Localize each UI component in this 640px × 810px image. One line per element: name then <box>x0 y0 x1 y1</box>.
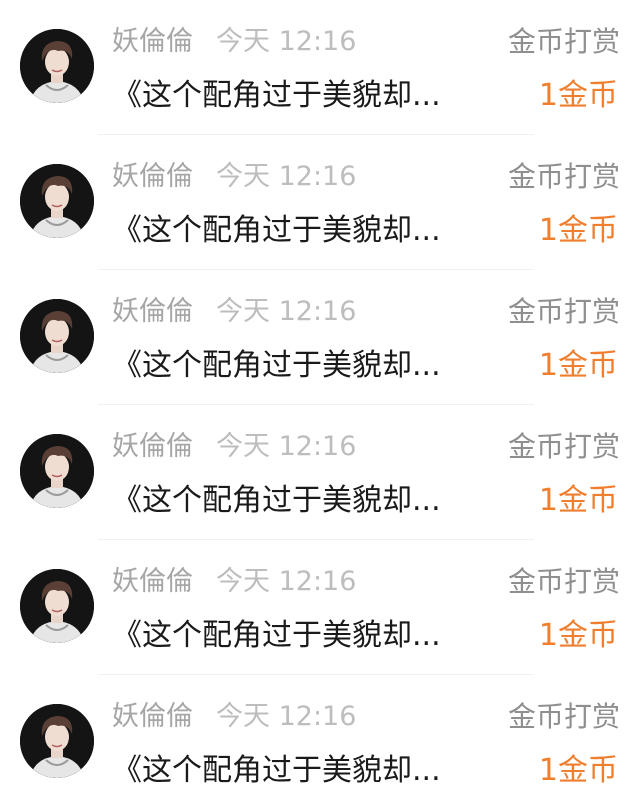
reward-message[interactable]: 《这个配角过于美貌却... <box>112 209 490 253</box>
coin-amount: 1金币 <box>538 348 618 383</box>
reward-list-item[interactable]: 妖倫倫 今天 12:16 金币打赏 《这个配角过于美貌却... 1金币 <box>0 270 640 405</box>
reward-list-item[interactable]: 妖倫倫 今天 12:16 金币打赏 《这个配角过于美貌却... 1金币 <box>0 675 640 810</box>
reward-type-label: 金币打赏 <box>507 295 620 328</box>
reward-list-item[interactable]: 妖倫倫 今天 12:16 金币打赏 《这个配角过于美貌却... 1金币 <box>0 540 640 675</box>
reward-message[interactable]: 《这个配角过于美貌却... <box>112 344 490 388</box>
user-avatar-icon[interactable] <box>20 164 94 238</box>
user-avatar-icon[interactable] <box>20 29 94 103</box>
username[interactable]: 妖倫倫 <box>112 22 193 62</box>
reward-type-label: 金币打赏 <box>507 565 620 598</box>
timestamp: 今天 12:16 <box>216 296 357 327</box>
reward-type-label: 金币打赏 <box>507 430 620 463</box>
timestamp: 今天 12:16 <box>216 26 357 57</box>
coin-amount: 1金币 <box>538 618 618 653</box>
reward-list-item[interactable]: 妖倫倫 今天 12:16 金币打赏 《这个配角过于美貌却... 1金币 <box>0 0 640 135</box>
reward-message[interactable]: 《这个配角过于美貌却... <box>112 74 490 118</box>
reward-list: 妖倫倫 今天 12:16 金币打赏 《这个配角过于美貌却... 1金币 妖倫倫 … <box>0 0 640 809</box>
reward-type-label: 金币打赏 <box>507 25 620 58</box>
user-avatar-icon[interactable] <box>20 299 94 373</box>
reward-list-item[interactable]: 妖倫倫 今天 12:16 金币打赏 《这个配角过于美貌却... 1金币 <box>0 405 640 540</box>
reward-type-label: 金币打赏 <box>507 700 620 733</box>
coin-amount: 1金币 <box>538 78 618 113</box>
reward-message[interactable]: 《这个配角过于美貌却... <box>112 479 490 523</box>
coin-amount: 1金币 <box>538 483 618 518</box>
username[interactable]: 妖倫倫 <box>112 427 193 467</box>
username[interactable]: 妖倫倫 <box>112 157 193 197</box>
timestamp: 今天 12:16 <box>216 701 357 732</box>
username[interactable]: 妖倫倫 <box>112 697 193 737</box>
reward-message[interactable]: 《这个配角过于美貌却... <box>112 614 490 658</box>
user-avatar-icon[interactable] <box>20 569 94 643</box>
user-avatar-icon[interactable] <box>20 704 94 778</box>
reward-type-label: 金币打赏 <box>507 160 620 193</box>
reward-message[interactable]: 《这个配角过于美貌却... <box>112 749 490 793</box>
coin-amount: 1金币 <box>538 753 618 788</box>
user-avatar-icon[interactable] <box>20 434 94 508</box>
timestamp: 今天 12:16 <box>216 566 357 597</box>
timestamp: 今天 12:16 <box>216 161 357 192</box>
username[interactable]: 妖倫倫 <box>112 292 193 332</box>
reward-list-item[interactable]: 妖倫倫 今天 12:16 金币打赏 《这个配角过于美貌却... 1金币 <box>0 135 640 270</box>
username[interactable]: 妖倫倫 <box>112 562 193 602</box>
coin-amount: 1金币 <box>538 213 618 248</box>
timestamp: 今天 12:16 <box>216 431 357 462</box>
